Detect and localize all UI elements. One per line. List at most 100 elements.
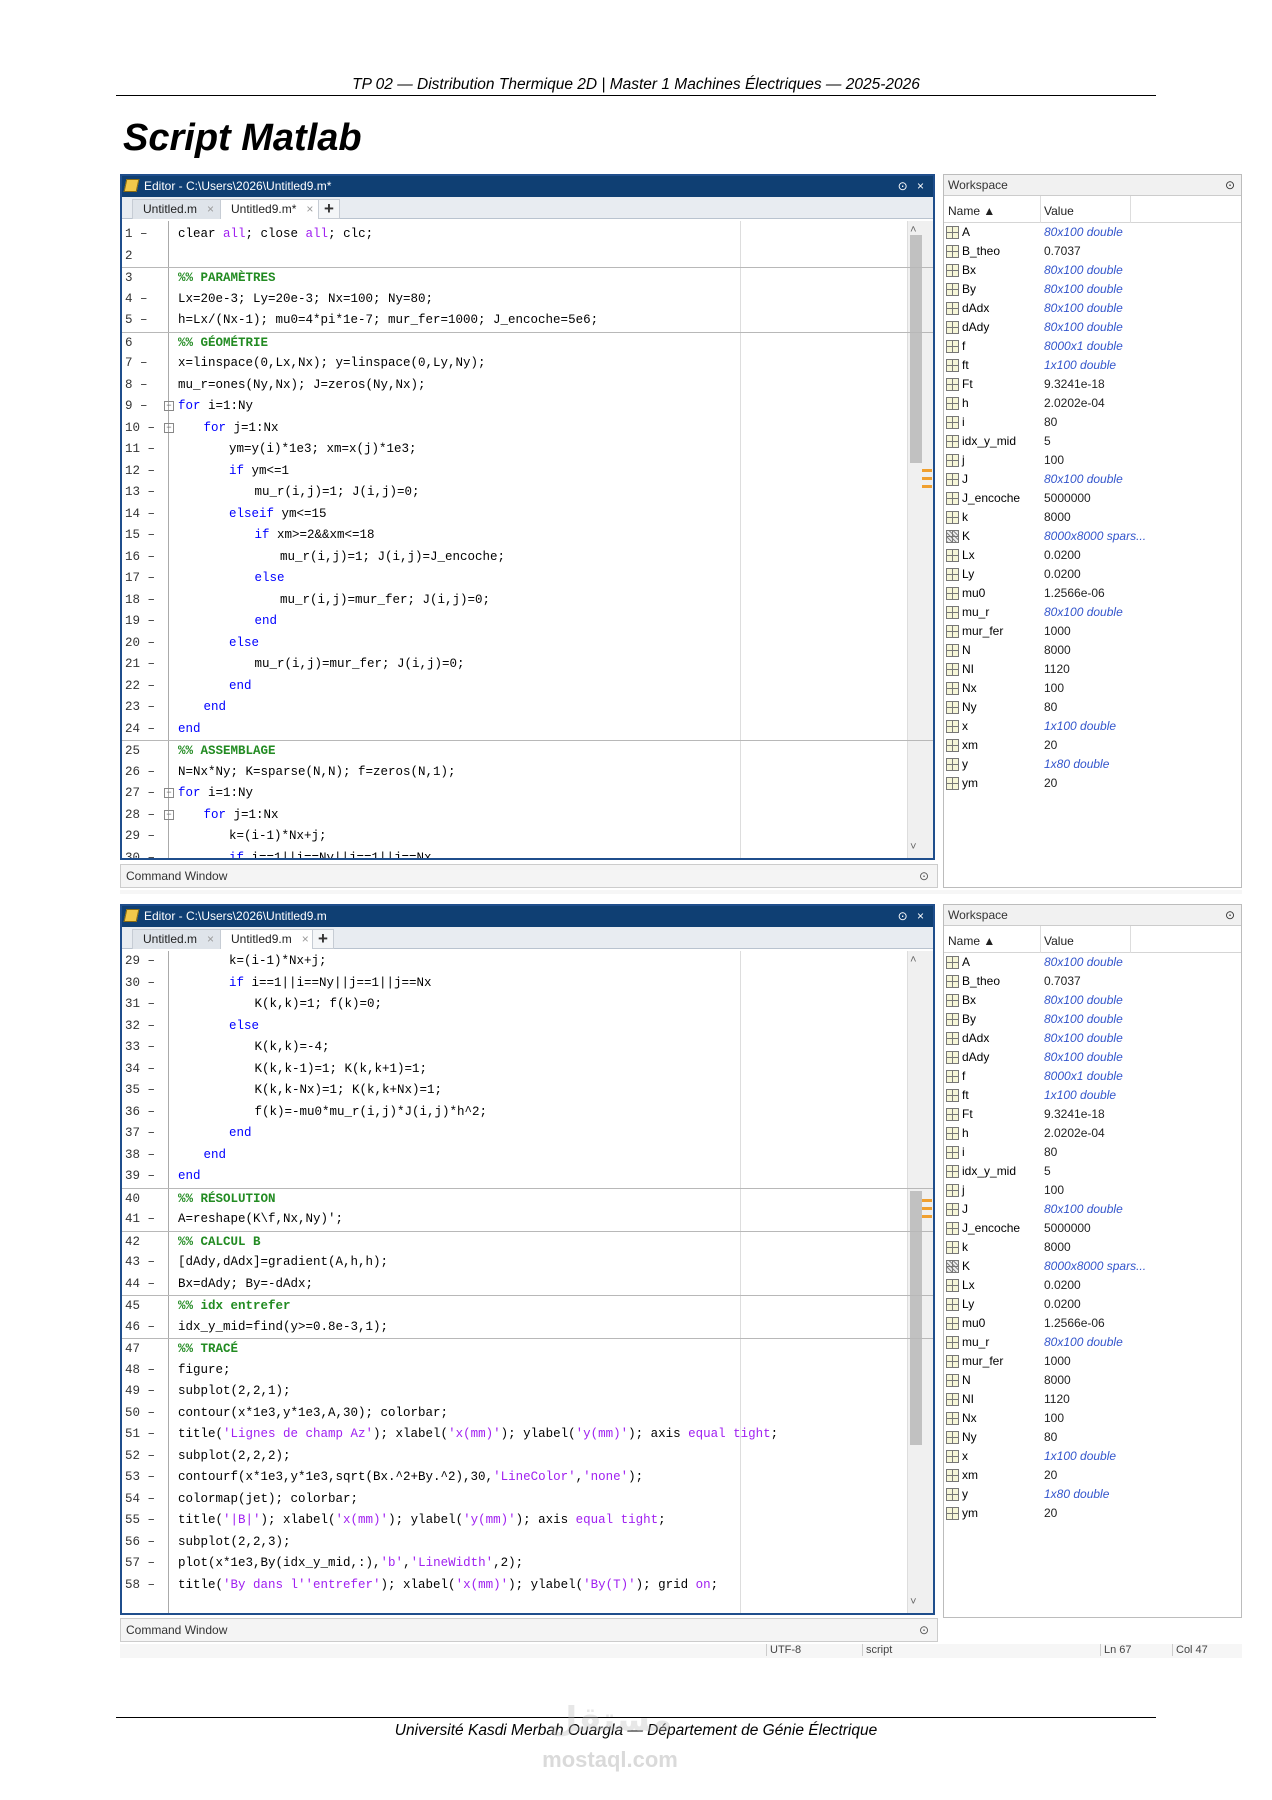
code-line[interactable]: 29 – k=(i-1)*Nx+j;	[122, 951, 933, 973]
code-line[interactable]: 54 – colormap(jet); colorbar;	[122, 1489, 933, 1511]
code-line[interactable]: 7 – x=linspace(0,Lx,Nx); y=linspace(0,Ly,…	[122, 353, 933, 375]
code-line[interactable]: 41 – A=reshape(K\f,Nx,Ny)';	[122, 1209, 933, 1231]
code-line[interactable]: 58 – title('By dans l''entrefer'); xlabel…	[122, 1575, 933, 1597]
code-line[interactable]: 51 – title('Lignes de champ Az'); xlabel(…	[122, 1424, 933, 1446]
code-line[interactable]: 26 – N=Nx*Ny; K=sparse(N,N); f=zeros(N,1)…	[122, 762, 933, 784]
code-line[interactable]: 3 %% PARAMÈTRES	[122, 267, 933, 289]
workspace-variable-row[interactable]: ft 1x100 double	[944, 1086, 1241, 1105]
tab-untitled9[interactable]: Untitled9.m ×	[220, 929, 318, 949]
workspace-variable-row[interactable]: h 2.0202e-04	[944, 394, 1241, 413]
code-line[interactable]: 6 %% GÉOMÉTRIE	[122, 331, 933, 354]
workspace-variable-row[interactable]: Ft 9.3241e-18	[944, 1105, 1241, 1124]
code-line[interactable]: 38 – end	[122, 1145, 933, 1167]
collapse-icon[interactable]: ⊙	[919, 1619, 929, 1641]
code-line[interactable]: 8 – mu_r=ones(Ny,Nx); J=zeros(Ny,Nx);	[122, 375, 933, 397]
code-line[interactable]: 16 – mu_r(i,j)=1; J(i,j)=J_encoche;	[122, 547, 933, 569]
code-line[interactable]: 9 – − for i=1:Ny	[122, 396, 933, 418]
code-line[interactable]: 45 %% idx entrefer	[122, 1295, 933, 1317]
workspace-variable-row[interactable]: ym 20	[944, 1504, 1241, 1523]
workspace-variable-row[interactable]: ym 20	[944, 774, 1241, 793]
collapse-icon[interactable]: ⊙	[919, 865, 929, 887]
code-line[interactable]: 48 – figure;	[122, 1360, 933, 1382]
code-line[interactable]: 46 – idx_y_mid=find(y>=0.8e-3,1);	[122, 1317, 933, 1339]
workspace-variable-row[interactable]: J_encoche 5000000	[944, 1219, 1241, 1238]
code-line[interactable]: 20 – else	[122, 633, 933, 655]
workspace-variable-row[interactable]: A 80x100 double	[944, 953, 1241, 972]
code-line[interactable]: 21 – mu_r(i,j)=mur_fer; J(i,j)=0;	[122, 654, 933, 676]
code-line[interactable]: 18 – mu_r(i,j)=mur_fer; J(i,j)=0;	[122, 590, 933, 612]
code-area[interactable]: ˄ ˅ 29 – k=(i-1)*Nx+j; 30 – if i==1||i==Ny|…	[122, 951, 933, 1613]
workspace-variable-row[interactable]: idx_y_mid 5	[944, 1162, 1241, 1181]
code-line[interactable]: 42 %% CALCUL B	[122, 1230, 933, 1253]
workspace-variable-row[interactable]: mu0 1.2566e-06	[944, 584, 1241, 603]
workspace-variable-row[interactable]: dAdy 80x100 double	[944, 318, 1241, 337]
code-line[interactable]: 28 – − for j=1:Nx	[122, 805, 933, 827]
workspace-variable-row[interactable]: y 1x80 double	[944, 1485, 1241, 1504]
workspace-variable-row[interactable]: x 1x100 double	[944, 1447, 1241, 1466]
code-line[interactable]: 47 %% TRACÉ	[122, 1338, 933, 1360]
code-line[interactable]: 11 – ym=y(i)*1e3; xm=x(j)*1e3;	[122, 439, 933, 461]
fold-toggle-icon[interactable]: −	[164, 422, 174, 433]
workspace-variable-row[interactable]: Ny 80	[944, 1428, 1241, 1447]
code-line[interactable]: 2	[122, 246, 933, 268]
workspace-menu-icon[interactable]: ⊙	[1225, 175, 1235, 195]
code-line[interactable]: 53 – contourf(x*1e3,y*1e3,sqrt(Bx.^2+By.^…	[122, 1467, 933, 1489]
workspace-variable-row[interactable]: Ly 0.0200	[944, 565, 1241, 584]
workspace-variable-row[interactable]: K 8000x8000 spars...	[944, 527, 1241, 546]
workspace-variable-row[interactable]: N 8000	[944, 1371, 1241, 1390]
value-column-header[interactable]: Value	[1044, 204, 1074, 218]
workspace-variable-row[interactable]: NI 1120	[944, 1390, 1241, 1409]
workspace-variable-row[interactable]: xm 20	[944, 736, 1241, 755]
workspace-variable-row[interactable]: Bx 80x100 double	[944, 991, 1241, 1010]
workspace-variable-row[interactable]: mu_r 80x100 double	[944, 1333, 1241, 1352]
name-column-header[interactable]: Name ▲	[948, 934, 995, 948]
code-line[interactable]: 4 – Lx=20e-3; Ly=20e-3; Nx=100; Ny=80;	[122, 289, 933, 311]
editor-window-controls[interactable]: ⊙ ×	[898, 176, 927, 197]
column-divider[interactable]	[1130, 196, 1131, 223]
code-line[interactable]: 15 – if xm>=2&&xm<=18	[122, 525, 933, 547]
workspace-variable-row[interactable]: K 8000x8000 spars...	[944, 1257, 1241, 1276]
code-line[interactable]: 10 – − for j=1:Nx	[122, 418, 933, 440]
workspace-variable-row[interactable]: Lx 0.0200	[944, 546, 1241, 565]
code-line[interactable]: 29 – k=(i-1)*Nx+j;	[122, 826, 933, 848]
code-line[interactable]: 12 – if ym<=1	[122, 461, 933, 483]
workspace-variable-row[interactable]: k 8000	[944, 508, 1241, 527]
code-line[interactable]: 36 – f(k)=-mu0*mu_r(i,j)*J(i,j)*h^2;	[122, 1102, 933, 1124]
code-line[interactable]: 17 – else	[122, 568, 933, 590]
workspace-variable-row[interactable]: Ny 80	[944, 698, 1241, 717]
fold-toggle-icon[interactable]: −	[164, 809, 174, 820]
workspace-variable-row[interactable]: J 80x100 double	[944, 1200, 1241, 1219]
code-line[interactable]: 39 – end	[122, 1166, 933, 1188]
code-line[interactable]: 33 – K(k,k)=-4;	[122, 1037, 933, 1059]
code-line[interactable]: 57 – plot(x*1e3,By(idx_y_mid,:),'b','Line…	[122, 1553, 933, 1575]
code-line[interactable]: 44 – Bx=dAdy; By=-dAdx;	[122, 1274, 933, 1296]
add-tab-button[interactable]: +	[318, 199, 340, 219]
workspace-variable-row[interactable]: mur_fer 1000	[944, 1352, 1241, 1371]
workspace-variable-row[interactable]: dAdx 80x100 double	[944, 299, 1241, 318]
workspace-variable-row[interactable]: By 80x100 double	[944, 1010, 1241, 1029]
close-tab-icon[interactable]: ×	[306, 202, 313, 216]
code-line[interactable]: 30 – if i==1||i==Ny||j==1||j==Nx	[122, 973, 933, 995]
code-line[interactable]: 30 – if i==1||i==Ny||j==1||j==Nx	[122, 848, 933, 859]
column-divider[interactable]	[1040, 926, 1041, 953]
workspace-variable-row[interactable]: j 100	[944, 451, 1241, 470]
code-line[interactable]: 56 – subplot(2,2,3);	[122, 1532, 933, 1554]
code-line[interactable]: 35 – K(k,k-Nx)=1; K(k,k+Nx)=1;	[122, 1080, 933, 1102]
workspace-variable-row[interactable]: Ly 0.0200	[944, 1295, 1241, 1314]
code-line[interactable]: 49 – subplot(2,2,1);	[122, 1381, 933, 1403]
code-line[interactable]: 13 – mu_r(i,j)=1; J(i,j)=0;	[122, 482, 933, 504]
add-tab-button[interactable]: +	[312, 929, 334, 949]
workspace-variable-row[interactable]: J 80x100 double	[944, 470, 1241, 489]
code-line[interactable]: 55 – title('|B|'); xlabel('x(mm)'); ylabe…	[122, 1510, 933, 1532]
code-line[interactable]: 40 %% RÉSOLUTION	[122, 1187, 933, 1210]
workspace-variable-row[interactable]: mu0 1.2566e-06	[944, 1314, 1241, 1333]
code-line[interactable]: 5 – h=Lx/(Nx-1); mu0=4*pi*1e-7; mur_fer=1…	[122, 310, 933, 332]
code-area[interactable]: ˄ ˅ 1 – clear all; close all; clc; 2 3%% PA…	[122, 221, 933, 858]
code-line[interactable]: 43 – [dAdy,dAdx]=gradient(A,h,h);	[122, 1252, 933, 1274]
code-line[interactable]: 22 – end	[122, 676, 933, 698]
workspace-variable-row[interactable]: ft 1x100 double	[944, 356, 1241, 375]
workspace-variable-row[interactable]: j 100	[944, 1181, 1241, 1200]
workspace-variable-row[interactable]: x 1x100 double	[944, 717, 1241, 736]
workspace-variable-row[interactable]: J_encoche 5000000	[944, 489, 1241, 508]
tab-untitled[interactable]: Untitled.m ×	[132, 199, 224, 219]
